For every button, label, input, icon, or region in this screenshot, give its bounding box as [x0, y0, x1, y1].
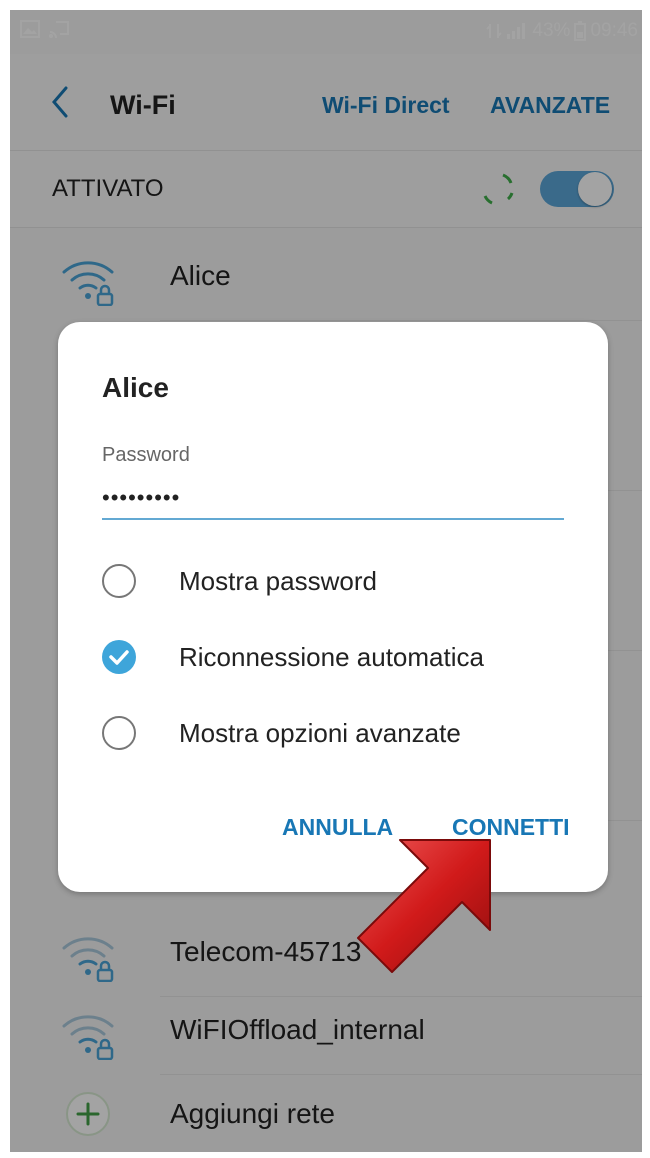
- password-label: Password: [102, 444, 190, 466]
- password-field[interactable]: [102, 478, 564, 520]
- red-arrow-annotation-icon: [357, 839, 491, 973]
- checkbox-checked-icon[interactable]: [102, 640, 136, 674]
- show-advanced-option[interactable]: Mostra opzioni avanzate: [102, 710, 582, 760]
- dialog-title: Alice: [102, 372, 169, 403]
- option-label: Mostra password: [179, 566, 377, 596]
- radio-unchecked-icon[interactable]: [102, 564, 136, 598]
- checkmark-icon: [109, 650, 129, 665]
- connect-dialog: Alice Password Mostra password Riconness…: [58, 322, 608, 892]
- auto-reconnect-option[interactable]: Riconnessione automatica: [102, 634, 582, 684]
- show-password-option[interactable]: Mostra password: [102, 558, 582, 608]
- option-label: Riconnessione automatica: [179, 642, 484, 672]
- phone-screen: 43% 09:46 Wi-Fi Wi-Fi Direct AVANZATE AT…: [10, 10, 642, 1152]
- option-label: Mostra opzioni avanzate: [179, 718, 461, 748]
- radio-unchecked-icon[interactable]: [102, 716, 136, 750]
